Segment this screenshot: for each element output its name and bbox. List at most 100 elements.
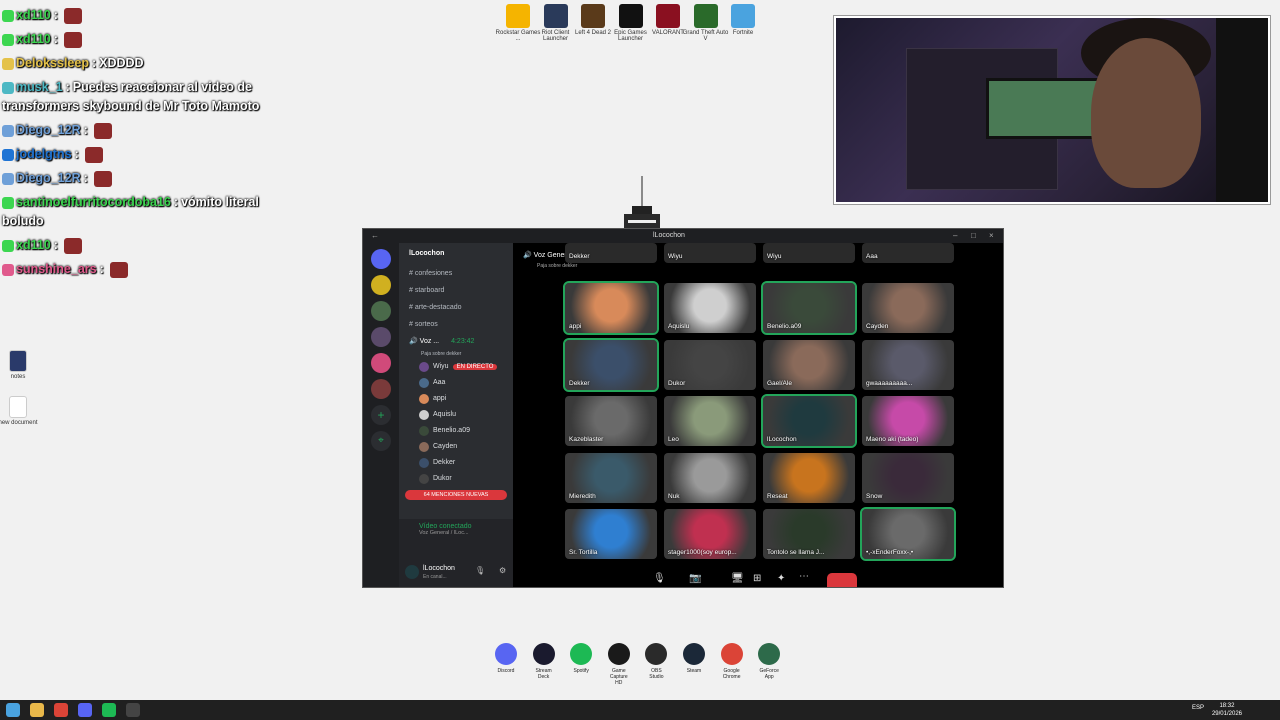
explore-icon[interactable]: ⌖ <box>371 431 391 451</box>
channel-item[interactable]: # confesiones <box>399 265 513 282</box>
dock-app[interactable]: Google Chrome <box>719 643 745 680</box>
voice-user-name: Dukor <box>433 475 452 482</box>
avatar[interactable] <box>405 565 419 579</box>
desktop-file-icon[interactable]: notes <box>0 350 43 380</box>
video-tile[interactable]: Wiyu <box>664 243 756 263</box>
desktop-app-icon[interactable]: Fortnite <box>718 4 768 36</box>
server-icon[interactable] <box>371 379 391 399</box>
dock-app[interactable]: GeForce App <box>756 643 782 680</box>
video-tile[interactable]: appi <box>563 281 659 335</box>
voice-user[interactable]: Dekker <box>399 455 513 471</box>
more-icon[interactable]: ⋯ <box>799 571 809 582</box>
video-tile[interactable]: Reseat <box>763 452 855 503</box>
video-tile[interactable]: Dukor <box>664 339 756 390</box>
channel-item[interactable]: # arte-destacado <box>399 299 513 316</box>
video-tile[interactable]: lLocochon <box>761 394 857 448</box>
voice-user[interactable]: Aquislu <box>399 407 513 423</box>
gear-icon[interactable]: ⚙ <box>499 566 506 575</box>
dock-app[interactable]: Game Capture HD <box>606 643 632 686</box>
video-tile[interactable]: Mieredith <box>565 452 657 503</box>
video-tile[interactable]: Dekker <box>565 243 657 263</box>
mic-icon[interactable]: 🎙 <box>475 566 485 575</box>
discord-icon[interactable] <box>78 703 92 717</box>
video-tile[interactable]: Aaa <box>862 243 954 263</box>
chrome-icon[interactable] <box>54 703 68 717</box>
chat-separator: : <box>83 171 88 185</box>
soundboard-icon[interactable]: ✦ <box>777 573 785 584</box>
video-tile[interactable]: Snow <box>862 452 954 503</box>
server-icon-home[interactable] <box>371 249 391 269</box>
video-tile[interactable]: Wiyu <box>763 243 855 263</box>
screen-share-icon[interactable]: 🖥 <box>731 573 744 584</box>
voice-sub: Paja sobre dekker <box>421 351 462 357</box>
channel-item[interactable]: # starboard <box>399 282 513 299</box>
video-tile[interactable]: Maeno aki (tadeo) <box>862 396 954 446</box>
language-indicator[interactable]: ESP <box>1192 705 1204 711</box>
dock-app[interactable]: Discord <box>493 643 519 674</box>
tile-label: Sr. Tortilla <box>569 549 598 556</box>
server-name[interactable]: lLocochon <box>399 243 513 265</box>
video-tile[interactable]: Aquislu <box>664 283 756 333</box>
video-tile[interactable]: Kazeblaster <box>565 396 657 446</box>
maximize-icon[interactable]: □ <box>971 231 976 240</box>
video-tile[interactable]: Leo <box>664 396 756 446</box>
voice-channel[interactable]: 🔊 Voz ... 4:23:42 <box>399 333 513 350</box>
server-icon[interactable] <box>371 275 391 295</box>
server-icon[interactable] <box>371 353 391 373</box>
app-icon <box>683 643 705 665</box>
video-tile[interactable]: Dekker <box>563 337 659 392</box>
activities-icon[interactable]: ⊞ <box>753 573 761 584</box>
tile-label: Leo <box>668 436 679 443</box>
chat-separator: : <box>74 147 79 161</box>
emote-icon <box>63 237 82 254</box>
chat-message: musk_1: Puedes reaccionar al video de tra… <box>2 78 262 116</box>
video-tile[interactable]: Cayden <box>862 283 954 333</box>
user-name: lLocochon <box>423 565 455 572</box>
camera-toggle-icon[interactable]: 📷 <box>689 573 701 584</box>
video-tile[interactable]: Tontolo se llama J... <box>763 509 855 559</box>
voice-user[interactable]: Cayden <box>399 439 513 455</box>
badge-icon <box>2 196 14 209</box>
video-tile[interactable]: gwaaaaaaaaa... <box>862 339 954 390</box>
explorer-icon[interactable] <box>30 703 44 717</box>
voice-user[interactable]: appi <box>399 391 513 407</box>
start-icon[interactable] <box>6 703 20 717</box>
tile-label: Snow <box>866 492 883 500</box>
video-tile[interactable]: •,-xEnderFoxx-,• <box>860 507 956 561</box>
emote-icon <box>93 122 112 139</box>
dock-app[interactable]: Spotify <box>568 643 594 674</box>
dock-app[interactable]: Stream Deck <box>531 643 557 680</box>
desktop-file-icon[interactable]: new document <box>0 396 43 426</box>
voice-user[interactable]: Benelio.a09 <box>399 423 513 439</box>
disconnect-button[interactable] <box>827 573 857 587</box>
dock-app[interactable]: Steam <box>681 643 707 674</box>
tile-label: Wiyu <box>668 253 683 260</box>
video-tile[interactable]: Sr. Tortilla <box>565 509 657 559</box>
obs-icon[interactable] <box>126 703 140 717</box>
channel-item[interactable]: # sorteos <box>399 316 513 333</box>
avatar <box>419 442 429 452</box>
minimize-icon[interactable]: – <box>953 231 957 240</box>
mentions-badge[interactable]: 64 MENCIONES NUEVAS <box>405 490 507 500</box>
clock[interactable]: 18:32 29/01/2026 <box>1212 702 1242 718</box>
mic-toggle-icon[interactable]: 🎙 <box>653 573 666 584</box>
close-icon[interactable]: × <box>989 231 994 240</box>
voice-user[interactable]: Wiyu EN DIRECTO <box>399 359 513 375</box>
video-tile[interactable]: Nuk <box>664 452 756 503</box>
chat-username: musk_1 <box>16 80 63 94</box>
discord-window[interactable]: ← lLocochon – □ × + ⌖ lLocochon # confes… <box>362 228 1004 588</box>
channel-name: arte-destacado <box>414 304 462 311</box>
channel-name: starboard <box>414 287 445 294</box>
server-icon[interactable] <box>371 327 391 347</box>
voice-user[interactable]: Aaa <box>399 375 513 391</box>
add-server-icon[interactable]: + <box>371 405 391 425</box>
dock-app[interactable]: OBS Studio <box>643 643 669 680</box>
video-tile[interactable]: stager1000(soy europ... <box>664 509 756 559</box>
video-tile[interactable]: Benelio.a09 <box>761 281 857 335</box>
voice-user[interactable]: Dukor <box>399 471 513 487</box>
spotify-icon[interactable] <box>102 703 116 717</box>
video-tile[interactable]: Gael/Ale <box>763 339 855 390</box>
back-icon[interactable]: ← <box>371 231 379 240</box>
server-icon[interactable] <box>371 301 391 321</box>
app-label: Spotify <box>573 668 589 674</box>
